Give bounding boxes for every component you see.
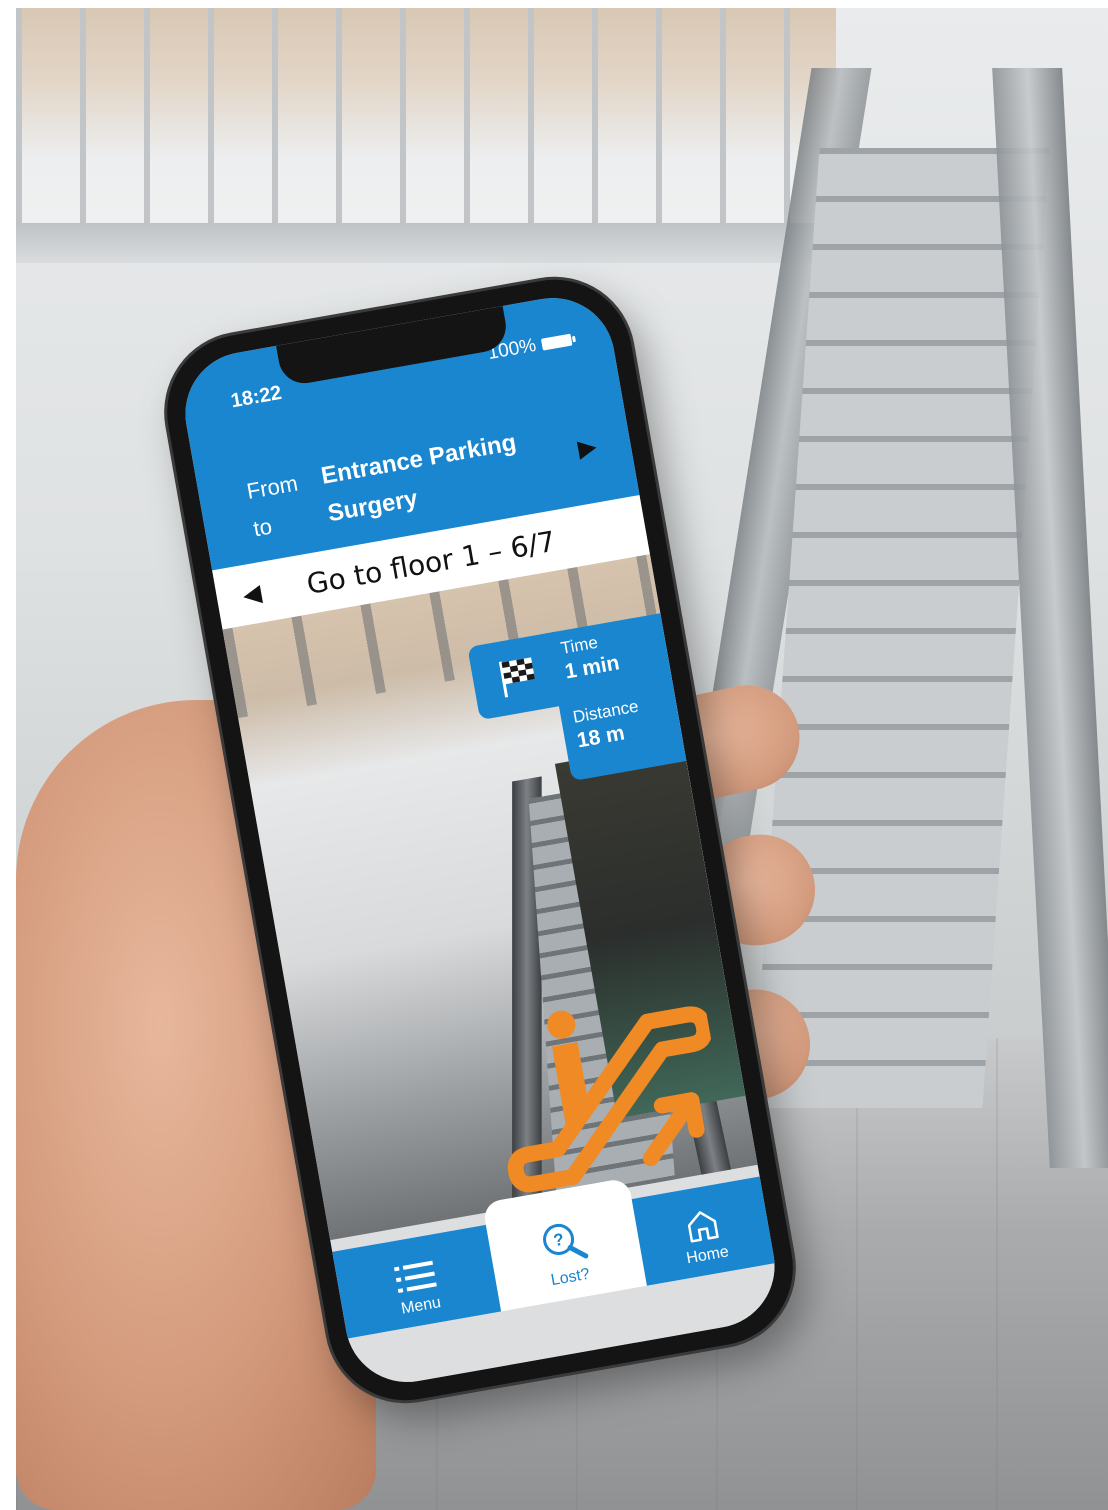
camera-view: Time 1 min Distance 18 m [222,554,758,1241]
home-label: Home [685,1243,731,1268]
checkered-flag-icon [498,657,535,698]
to-label: to [251,513,274,542]
next-step-button[interactable]: ▶ [576,432,599,464]
question-magnifier-icon: ? [543,1223,589,1259]
menu-lines-icon [393,1260,437,1294]
battery-icon [540,333,573,351]
status-time: 18:22 [229,381,284,413]
house-icon [687,1211,719,1243]
route-labels: From to [244,465,308,549]
play-right-icon: ▶ [575,433,599,463]
route-values: Entrance Parking Surgery [318,424,526,533]
menu-label: Menu [399,1293,443,1318]
svg-text:?: ? [552,1230,566,1251]
previous-step-button[interactable]: ◀ [241,578,264,609]
lost-label: Lost? [549,1265,592,1290]
play-left-icon: ◀ [240,578,264,610]
